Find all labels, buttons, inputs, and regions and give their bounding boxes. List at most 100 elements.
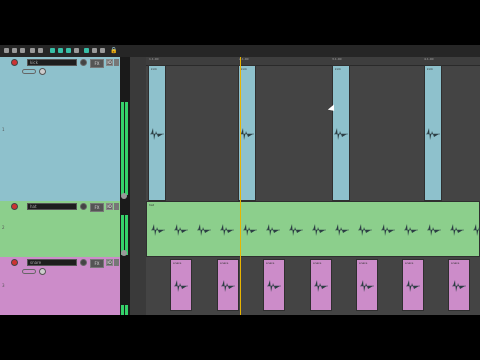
mute-button[interactable] [114, 59, 119, 66]
tcp-divider[interactable] [130, 57, 146, 315]
level-meter-right [125, 102, 128, 195]
waveform-peak [426, 66, 440, 202]
track-name-field[interactable]: hat [27, 203, 77, 210]
ruler-icon[interactable] [100, 48, 105, 53]
track-header: kick FX IO [10, 57, 119, 75]
media-item[interactable]: hat [146, 201, 480, 257]
fx-button[interactable]: FX [90, 203, 104, 212]
play-cursor [240, 57, 241, 315]
waveform-peak [220, 202, 234, 258]
waveform-peak [312, 202, 326, 258]
media-item[interactable]: snare [356, 259, 378, 311]
ruler-mark: 3.1.00 [332, 57, 342, 61]
io-button[interactable]: IO [106, 259, 113, 266]
waveform-peak [266, 202, 280, 258]
waveform-peak [197, 202, 211, 258]
level-meter-left [121, 102, 124, 195]
level-meter-right [125, 215, 128, 255]
mute-button[interactable] [114, 259, 119, 266]
arrange-view[interactable]: 1.1.00 2.1.00 3.1.00 4.1.00 kick kick ki… [146, 57, 480, 315]
volume-knob[interactable] [80, 203, 87, 210]
waveform-peak [334, 66, 348, 202]
waveform-peak [151, 202, 165, 258]
envelope-icon[interactable] [84, 48, 89, 53]
level-meter-left [121, 305, 124, 315]
io-button[interactable]: IO [106, 59, 113, 66]
level-meter-right [125, 305, 128, 315]
grid-icon[interactable] [58, 48, 63, 53]
lane-kick: kick kick kick kick [146, 65, 480, 201]
ripple-icon[interactable] [66, 48, 71, 53]
reaper-window: 🔒 1 kick FX IO 2 hat FX IO 3 snare FX IO… [0, 45, 480, 315]
lane-snare: snare snare snare snare snare snare snar… [146, 257, 480, 315]
new-project-icon[interactable] [4, 48, 9, 53]
waveform-peak [314, 260, 328, 312]
record-arm-button[interactable] [11, 59, 18, 66]
metronome-icon[interactable] [92, 48, 97, 53]
waveform-peak [450, 202, 464, 258]
io-button[interactable]: IO [106, 203, 113, 210]
waveform-peak [381, 202, 395, 258]
media-item[interactable]: snare [310, 259, 332, 311]
ruler-mark: 1.1.00 [149, 57, 159, 61]
track-hat[interactable]: 2 hat FX IO [0, 201, 120, 257]
lock-icon[interactable]: 🔒 [110, 47, 117, 54]
track-name-field[interactable]: snare [27, 259, 77, 266]
waveform-peak [335, 202, 349, 258]
meter-knob[interactable] [121, 250, 127, 256]
waveform-peak [358, 202, 372, 258]
loop-icon[interactable] [74, 48, 79, 53]
waveform-peak [267, 260, 281, 312]
waveform-peak [473, 202, 480, 258]
waveform-peak [452, 260, 466, 312]
pan-knob[interactable] [39, 268, 46, 275]
media-item[interactable]: snare [402, 259, 424, 311]
track-header: hat FX IO [10, 201, 119, 215]
track-snare[interactable]: 3 snare FX IO [0, 257, 120, 315]
record-arm-button[interactable] [11, 259, 18, 266]
ruler-mark: 4.1.00 [424, 57, 434, 61]
undo-icon[interactable] [30, 48, 35, 53]
waveform-peak [174, 260, 188, 312]
open-icon[interactable] [12, 48, 17, 53]
pan-knob[interactable] [39, 68, 46, 75]
waveform-peak [406, 260, 420, 312]
meter-column [120, 57, 130, 315]
track-header: snare FX IO [10, 257, 119, 275]
waveform-peak [221, 260, 235, 312]
media-item[interactable]: kick [424, 65, 442, 201]
track-kick[interactable]: 1 kick FX IO [0, 57, 120, 201]
media-item[interactable]: snare [170, 259, 192, 311]
waveform-peak [240, 66, 254, 202]
media-item[interactable]: snare [263, 259, 285, 311]
media-item[interactable]: kick [148, 65, 166, 201]
waveform-peak [289, 202, 303, 258]
waveform-peak [243, 202, 257, 258]
main-toolbar: 🔒 [0, 45, 480, 57]
mute-button[interactable] [114, 203, 119, 210]
volume-knob[interactable] [80, 259, 87, 266]
track-control-panel: 1 kick FX IO 2 hat FX IO 3 snare FX IO [0, 57, 146, 315]
meter-knob[interactable] [121, 193, 127, 199]
volume-knob[interactable] [80, 59, 87, 66]
track-number: 2 [2, 225, 5, 230]
automation-toggle[interactable] [22, 69, 36, 74]
track-number: 3 [2, 283, 5, 288]
automation-toggle[interactable] [22, 269, 36, 274]
waveform-peak [150, 66, 164, 202]
record-arm-button[interactable] [11, 203, 18, 210]
waveform-peak [404, 202, 418, 258]
lane-hat: hat [146, 201, 480, 257]
media-item[interactable]: snare [217, 259, 239, 311]
redo-icon[interactable] [38, 48, 43, 53]
track-name-field[interactable]: kick [27, 59, 77, 66]
fx-button[interactable]: FX [90, 59, 104, 68]
media-item[interactable]: snare [448, 259, 470, 311]
media-item[interactable]: kick [332, 65, 350, 201]
level-meter-left [121, 215, 124, 255]
save-icon[interactable] [20, 48, 25, 53]
snap-icon[interactable] [50, 48, 55, 53]
fx-button[interactable]: FX [90, 259, 104, 268]
waveform-peak [427, 202, 441, 258]
track-number: 1 [2, 127, 5, 132]
